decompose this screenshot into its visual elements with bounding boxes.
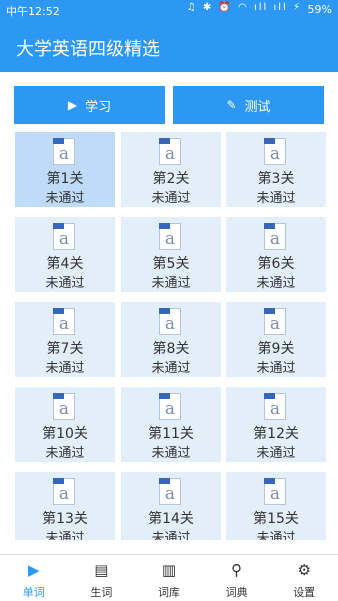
- play-icon: ▶: [67, 98, 78, 112]
- level-status: 未通过: [45, 531, 85, 540]
- search-icon: ⚲: [231, 561, 243, 579]
- level-status: 未通过: [256, 531, 296, 540]
- edit-icon: ✎: [226, 98, 237, 112]
- level-tile[interactable]: a 第5关 未通过: [121, 217, 221, 292]
- play-icon: ▶: [28, 561, 40, 579]
- level-tile[interactable]: a 第7关 未通过: [15, 302, 115, 377]
- level-label: 第14关: [148, 511, 194, 527]
- gear-icon: ⚙: [297, 561, 311, 579]
- document-icon: a: [264, 393, 286, 420]
- level-tile[interactable]: a 第10关 未通过: [15, 387, 115, 462]
- level-tile[interactable]: a 第8关 未通过: [121, 302, 221, 377]
- level-label: 第6关: [257, 256, 295, 272]
- document-icon: a: [159, 308, 181, 335]
- study-button-label: 学习: [85, 99, 112, 115]
- level-tile[interactable]: a 第14关 未通过: [121, 472, 221, 540]
- level-status: 未通过: [151, 191, 191, 206]
- level-label: 第1关: [46, 171, 84, 187]
- level-label: 第2关: [152, 171, 190, 187]
- level-label: 第9关: [257, 341, 295, 357]
- level-status: 未通过: [45, 191, 85, 206]
- level-status: 未通过: [45, 276, 85, 291]
- level-status: 未通过: [45, 446, 85, 461]
- test-button-label: 测试: [244, 99, 271, 115]
- level-label: 第11关: [148, 426, 194, 442]
- battery-level: 59%: [307, 3, 332, 16]
- document-icon: a: [53, 308, 75, 335]
- document-icon: a: [264, 308, 286, 335]
- action-row: ▶ 学习 ✎ 测试: [14, 86, 324, 124]
- level-tile[interactable]: a 第12关 未通过: [226, 387, 326, 462]
- document-icon: a: [53, 393, 75, 420]
- level-label: 第8关: [152, 341, 190, 357]
- tab-label: 生词: [90, 586, 113, 599]
- study-button[interactable]: ▶ 学习: [14, 86, 165, 124]
- status-icons: ♫ ✱ ⏰ ◠ ıll ıll ⚡: [186, 2, 302, 13]
- tab-label: 单词: [22, 586, 45, 599]
- level-label: 第5关: [152, 256, 190, 272]
- tab-dictionary[interactable]: ⚲ 词典: [203, 555, 271, 601]
- book-icon: ▥: [161, 561, 177, 579]
- level-tile[interactable]: a 第11关 未通过: [121, 387, 221, 462]
- document-icon: a: [53, 223, 75, 250]
- app-bar: 大学英语四级精选: [0, 20, 338, 72]
- bottom-tab-bar: ▶ 单词 ▤ 生词 ▥ 词库 ⚲ 词典 ⚙ 设置: [0, 554, 338, 600]
- document-icon: a: [264, 223, 286, 250]
- tab-label: 词典: [225, 586, 248, 599]
- document-icon: a: [264, 478, 286, 505]
- level-status: 未通过: [45, 361, 85, 376]
- notebook-icon: ▤: [94, 561, 109, 579]
- level-label: 第10关: [42, 426, 88, 442]
- level-status: 未通过: [151, 531, 191, 540]
- level-tile[interactable]: a 第3关 未通过: [226, 132, 326, 207]
- document-icon: a: [159, 478, 181, 505]
- level-status: 未通过: [256, 446, 296, 461]
- document-icon: a: [264, 138, 286, 165]
- level-tile[interactable]: a 第15关 未通过: [226, 472, 326, 540]
- level-status: 未通过: [151, 361, 191, 376]
- tab-new-words[interactable]: ▤ 生词: [68, 555, 136, 601]
- level-tile[interactable]: a 第1关 未通过: [15, 132, 115, 207]
- level-label: 第12关: [253, 426, 299, 442]
- tab-settings[interactable]: ⚙ 设置: [270, 555, 338, 601]
- tab-label: 词库: [157, 586, 180, 599]
- level-status: 未通过: [256, 276, 296, 291]
- status-bar: 中午12:52 ♫ ✱ ⏰ ◠ ıll ıll ⚡ 59%: [0, 0, 338, 20]
- page-title: 大学英语四级精选: [16, 39, 160, 60]
- level-status: 未通过: [151, 446, 191, 461]
- level-status: 未通过: [256, 191, 296, 206]
- tab-words[interactable]: ▶ 单词: [0, 555, 68, 601]
- level-tile[interactable]: a 第4关 未通过: [15, 217, 115, 292]
- test-button[interactable]: ✎ 测试: [173, 86, 324, 124]
- level-tile[interactable]: a 第6关 未通过: [226, 217, 326, 292]
- level-label: 第7关: [46, 341, 84, 357]
- document-icon: a: [53, 138, 75, 165]
- level-label: 第4关: [46, 256, 84, 272]
- level-tile[interactable]: a 第2关 未通过: [121, 132, 221, 207]
- level-grid: a 第1关 未通过 a 第2关 未通过 a 第3关 未通过 a 第4关 未通过 …: [0, 132, 338, 540]
- tab-word-bank[interactable]: ▥ 词库: [135, 555, 203, 601]
- level-label: 第13关: [42, 511, 88, 527]
- document-icon: a: [159, 138, 181, 165]
- level-tile[interactable]: a 第13关 未通过: [15, 472, 115, 540]
- level-label: 第15关: [253, 511, 299, 527]
- document-icon: a: [159, 393, 181, 420]
- level-label: 第3关: [257, 171, 295, 187]
- level-tile[interactable]: a 第9关 未通过: [226, 302, 326, 377]
- document-icon: a: [159, 223, 181, 250]
- document-icon: a: [53, 478, 75, 505]
- status-time: 中午12:52: [6, 5, 60, 18]
- tab-label: 设置: [293, 586, 316, 599]
- level-status: 未通过: [151, 276, 191, 291]
- level-status: 未通过: [256, 361, 296, 376]
